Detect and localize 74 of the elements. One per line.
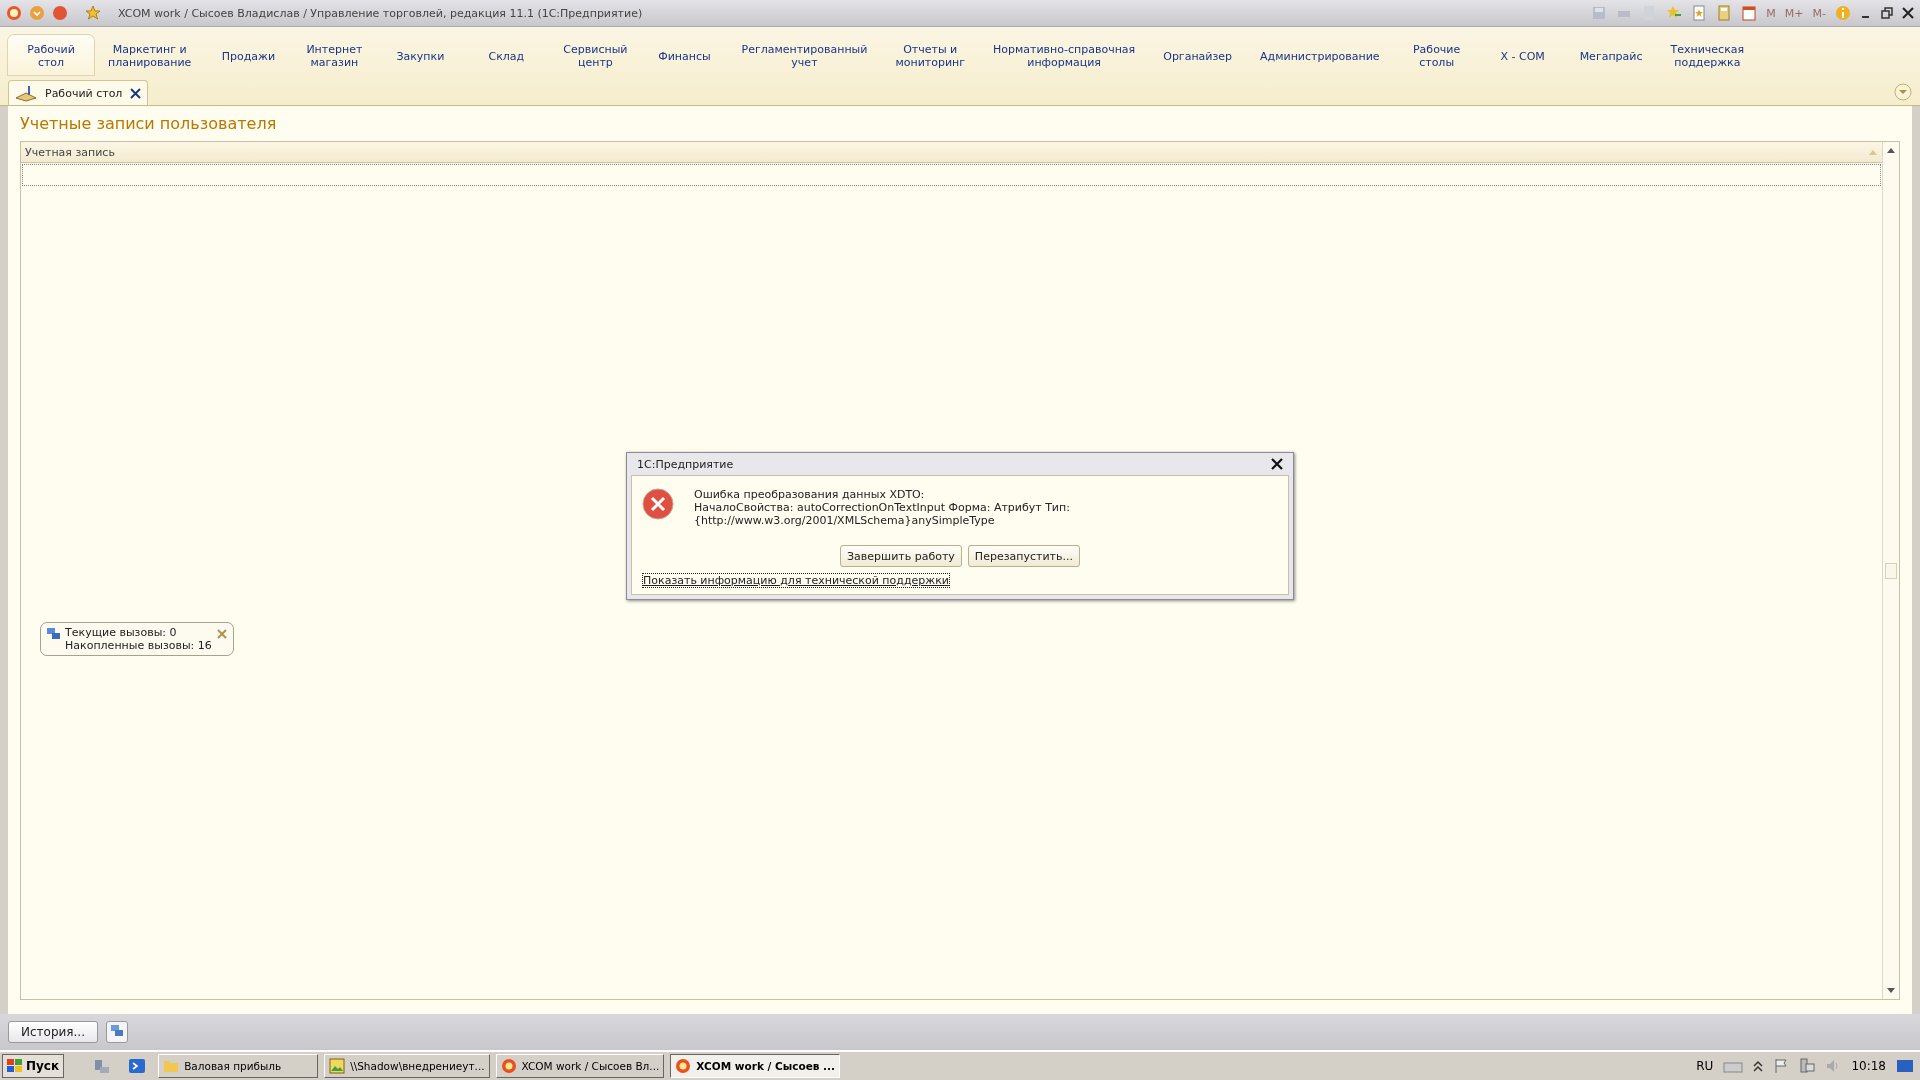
circle-icon[interactable]	[52, 5, 68, 21]
folder-icon	[163, 1058, 180, 1074]
network-icon[interactable]	[92, 1057, 111, 1075]
expand-icon[interactable]	[1894, 83, 1912, 101]
form-title: Учетные записи пользователя	[20, 113, 278, 135]
clock[interactable]: 10:18	[1851, 1059, 1886, 1073]
accumulated-calls: Накопленные вызовы: 16	[65, 639, 212, 652]
star-icon[interactable]	[85, 5, 101, 21]
dialog-button[interactable]: Перезапустить...	[967, 545, 1080, 567]
close-icon[interactable]	[1902, 7, 1914, 19]
window-title: XCOM work / Сысоев Владислав / Управление торговлей, редакция 11.1 (1С:Предприятие)	[118, 6, 643, 20]
app-logo-icon	[500, 1058, 517, 1074]
scroll-down-icon[interactable]	[1886, 987, 1896, 995]
dialog-button[interactable]: Завершить работу	[840, 545, 962, 567]
section-tab[interactable]: Органайзер	[1149, 35, 1247, 75]
section-tab[interactable]: Техническая поддержка	[1656, 35, 1759, 75]
dialog-title: 1С:Предприятие	[637, 457, 734, 471]
current-calls: Текущие вызовы: 0	[65, 626, 178, 639]
save-icon[interactable]	[1591, 5, 1608, 21]
column-header[interactable]: Учетная запись	[25, 145, 115, 159]
chevron-up-icon[interactable]	[1753, 1060, 1764, 1072]
section-tab[interactable]: Интернет магазин	[291, 35, 378, 75]
flag-icon[interactable]	[1773, 1058, 1790, 1074]
section-tab[interactable]: Мегапрайс	[1565, 35, 1657, 75]
dropdown-icon[interactable]	[29, 5, 45, 21]
terminal-icon[interactable]	[128, 1057, 147, 1075]
language-indicator[interactable]: RU	[1696, 1059, 1714, 1073]
sort-icon[interactable]	[1868, 148, 1878, 156]
section-tab[interactable]: Рабочий стол	[8, 35, 94, 75]
empty-row[interactable]	[22, 164, 1881, 186]
scrollbar[interactable]	[1882, 142, 1899, 999]
image-icon	[329, 1058, 346, 1074]
computer-icon[interactable]	[1799, 1058, 1816, 1074]
section-tab[interactable]: Отчеты и мониторинг	[881, 35, 980, 75]
show-desktop-icon[interactable]	[1896, 1058, 1914, 1074]
section-tab[interactable]: Нормативно-справочная информация	[979, 35, 1150, 75]
section-tab[interactable]: Склад	[463, 35, 550, 75]
section-tab[interactable]: X - COM	[1479, 35, 1566, 75]
section-tab[interactable]: Продажи	[205, 35, 292, 75]
taskbar-item[interactable]: \\Shadow\внедрениеут...	[324, 1054, 490, 1078]
error-icon	[642, 488, 674, 520]
app-logo-icon[interactable]	[6, 5, 22, 21]
network-icon	[110, 1024, 124, 1038]
section-tab[interactable]: Рабочие столы	[1393, 35, 1480, 75]
star-arrow-icon[interactable]	[1666, 5, 1683, 21]
section-tab[interactable]: Сервисный центр	[549, 35, 642, 75]
close-icon[interactable]	[1271, 458, 1283, 470]
app-logo-icon	[675, 1058, 692, 1074]
tab-label: Рабочий стол	[45, 86, 123, 100]
info-icon[interactable]	[1835, 5, 1851, 21]
bookmark-icon[interactable]	[1691, 5, 1708, 21]
taskbar-item[interactable]: XCOM work / Сысоев ...	[670, 1054, 841, 1078]
network-icon	[47, 628, 61, 640]
section-tab[interactable]: Регламентированный учет	[727, 35, 882, 75]
windows-logo-icon	[7, 1059, 23, 1073]
calculator-icon[interactable]	[1716, 5, 1733, 21]
calendar-icon[interactable]	[1741, 5, 1758, 21]
open-tab[interactable]: Рабочий стол	[8, 80, 149, 105]
section-tab[interactable]: Финансы	[641, 35, 728, 75]
history-button[interactable]: История...	[8, 1021, 98, 1043]
section-tab[interactable]: Закупки	[377, 35, 464, 75]
network-button[interactable]	[106, 1021, 128, 1043]
error-message: Ошибка преобразования данных XDTO: НачалоСвойства: autoCorrectionOnTextInput Форма: Атрибут Тип: {http://www.w3.org/2001/XMLSchema}anySimpleType	[694, 488, 1070, 527]
scroll-thumb[interactable]	[1885, 562, 1897, 579]
scroll-up-icon[interactable]	[1886, 146, 1896, 154]
support-info-link[interactable]: Показать информацию для технической поддержки	[642, 573, 950, 588]
section-tab[interactable]: Маркетинг и планирование	[94, 35, 206, 75]
section-tab[interactable]: Администрирование	[1246, 35, 1394, 75]
restore-icon[interactable]	[1881, 7, 1893, 19]
taskbar-item[interactable]: XCOM work / Сысоев Вл...	[495, 1054, 665, 1078]
close-icon[interactable]	[130, 87, 142, 99]
taskbar-item[interactable]: Валовая прибыль	[158, 1054, 319, 1078]
start-button[interactable]: Пуск	[2, 1054, 65, 1078]
desk-icon	[15, 84, 37, 102]
